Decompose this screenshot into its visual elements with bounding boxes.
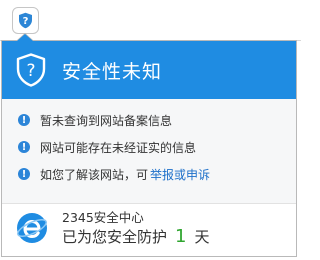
protection-days: 已为您安全防护 1 天: [62, 226, 209, 247]
exclamation-icon: !: [18, 114, 30, 126]
site-security-button[interactable]: ?: [12, 7, 39, 34]
report-appeal-link[interactable]: 举报或申诉: [150, 166, 210, 183]
popup-pointer-fill: [17, 34, 33, 41]
shield-question-icon: ?: [19, 12, 32, 29]
popup-header: ? 安全性未知: [2, 41, 296, 99]
popup-title: 安全性未知: [62, 60, 163, 83]
info-list: ! 暂未查询到网站备案信息 ! 网站可能存在未经证实的信息 ! 如您了解该网站，…: [2, 99, 296, 203]
message-text: 如您了解该网站，可: [40, 167, 149, 182]
exclamation-icon: !: [18, 168, 30, 180]
protect-days-count: 1: [175, 226, 187, 247]
protect-suffix: 天: [194, 228, 210, 246]
list-item: ! 网站可能存在未经证实的信息: [18, 138, 196, 156]
security-popup: ? 安全性未知 ! 暂未查询到网站备案信息 ! 网站可能存在未经证实的信息 ! …: [1, 40, 297, 257]
svg-text:?: ?: [26, 61, 35, 81]
product-name: 2345安全中心: [62, 210, 144, 225]
svg-text:?: ?: [23, 16, 29, 27]
message-text: 网站可能存在未经证实的信息: [40, 140, 197, 155]
2345-browser-logo-icon: [16, 212, 48, 244]
exclamation-icon: !: [18, 141, 30, 153]
list-item: ! 暂未查询到网站备案信息: [18, 111, 172, 129]
popup-footer: 2345安全中心 已为您安全防护 1 天: [2, 204, 296, 256]
shield-question-icon: ?: [16, 53, 46, 87]
protect-prefix: 已为您安全防护: [62, 228, 168, 246]
address-bar: ?: [0, 0, 301, 41]
list-item: ! 如您了解该网站，可 举报或申诉: [18, 165, 210, 183]
message-text: 暂未查询到网站备案信息: [40, 113, 173, 128]
